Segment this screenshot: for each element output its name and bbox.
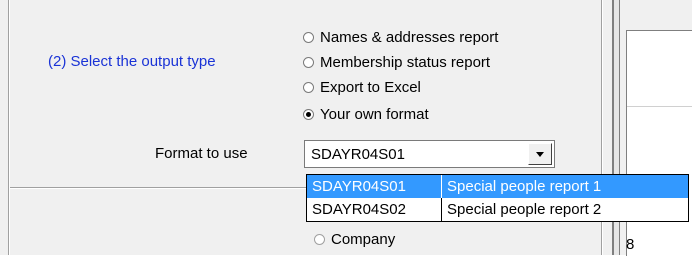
radio-label: Company [331,231,396,248]
option-code: SDAYR04S02 [312,201,406,218]
option-description: Special people report 1 [447,178,602,195]
dropdown-button[interactable] [528,143,552,165]
option-code: SDAYR04S01 [312,178,406,195]
output-type-section-label: (2) Select the output type [48,53,216,70]
radio-button-icon[interactable] [303,31,314,43]
radio-label: Your own format [320,105,429,123]
list-gridline [627,106,692,107]
radio-button-icon[interactable] [314,234,325,245]
radio-label: Names & addresses report [320,28,499,46]
radio-button-checked-icon[interactable] [303,108,314,120]
radio-own-format[interactable]: Your own format [303,104,429,124]
right-list-box[interactable] [626,30,692,256]
format-dropdown-list[interactable]: SDAYR04S01 Special people report 1 SDAYR… [306,174,689,222]
radio-names-addresses[interactable]: Names & addresses report [303,27,498,47]
radio-button-icon[interactable] [303,81,314,93]
column-separator [441,175,442,198]
right-list-value: 8 [626,236,635,253]
column-separator [441,198,442,221]
dropdown-option[interactable]: SDAYR04S02 Special people report 2 [307,198,688,221]
radio-label: Membership status report [320,53,491,71]
format-select[interactable]: SDAYR04S01 [304,140,555,168]
radio-membership-status[interactable]: Membership status report [303,52,490,72]
option-description: Special people report 2 [447,201,602,218]
radio-label: Export to Excel [320,78,421,96]
format-to-use-label: Format to use [155,145,248,162]
panel-left-highlight [9,0,10,255]
format-select-value: SDAYR04S01 [311,146,405,163]
chevron-down-icon [536,151,544,157]
radio-export-excel[interactable]: Export to Excel [303,77,421,97]
dropdown-option[interactable]: SDAYR04S01 Special people report 1 [307,175,688,198]
radio-company[interactable]: Company [314,231,395,248]
radio-button-icon[interactable] [303,56,314,68]
